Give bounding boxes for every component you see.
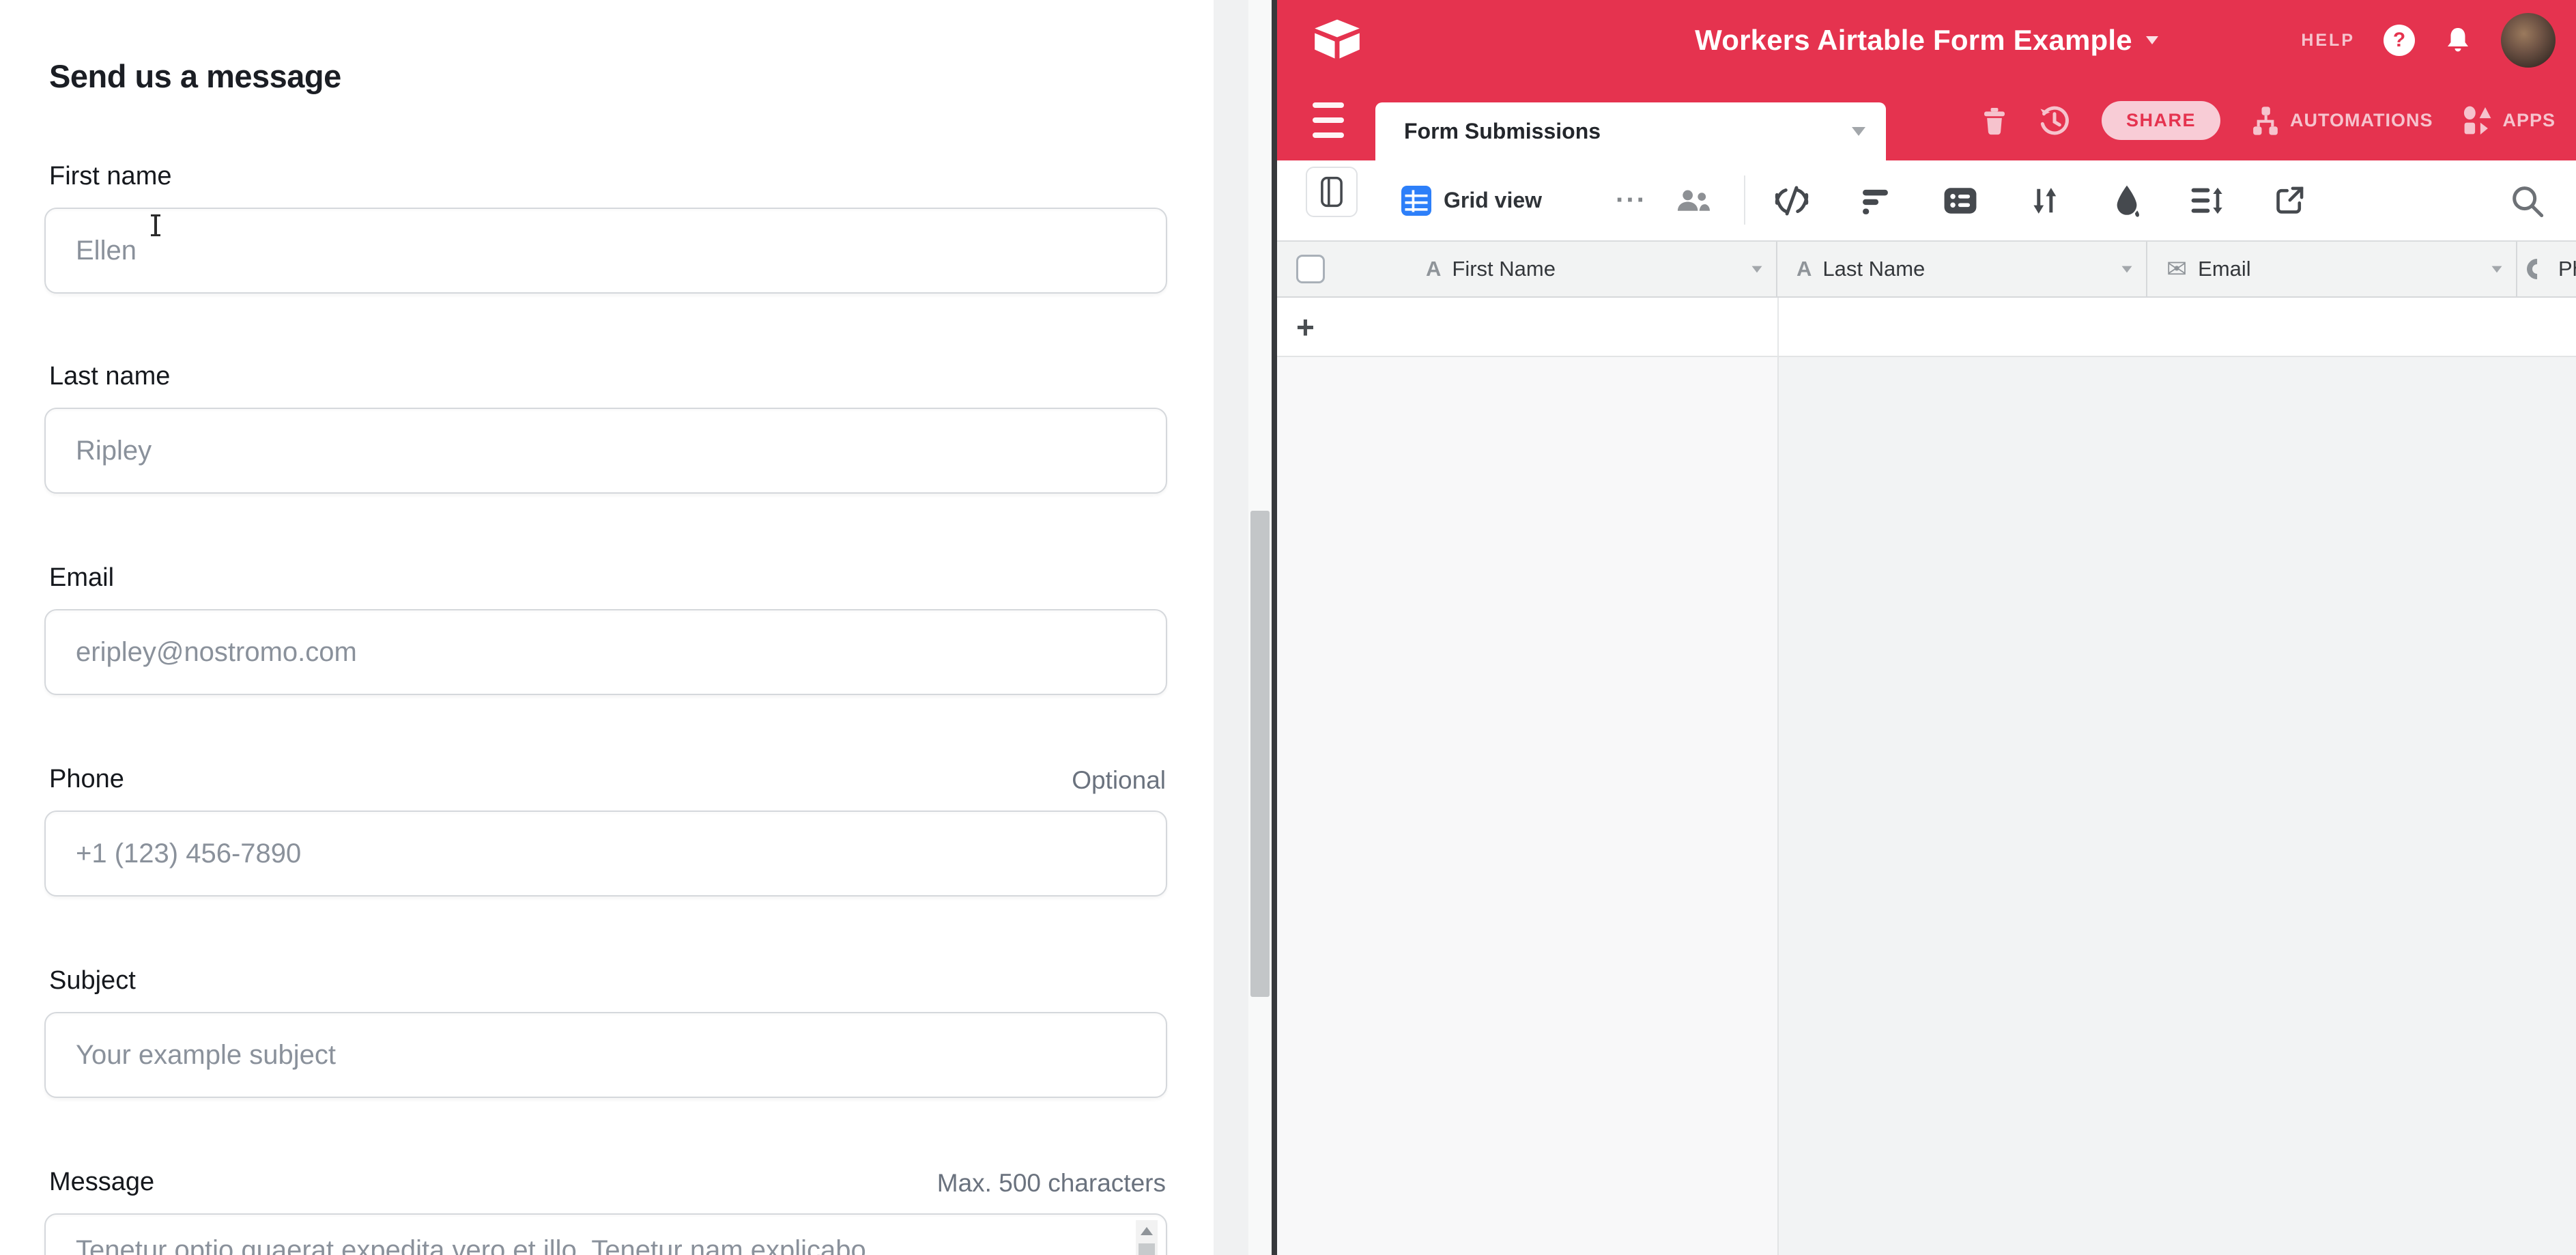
phone-field-icon [2523,255,2551,283]
color-paint-icon [2113,184,2141,217]
select-all-checkbox[interactable] [1296,255,1325,283]
column-name: First Name [1452,257,1556,281]
collaborators-icon[interactable] [1676,160,1710,240]
chevron-down-icon [2146,36,2158,44]
hide-fields-icon [1774,185,1809,216]
page-scroll-gutter [1214,0,1272,1255]
group-button[interactable] [1938,160,1982,240]
tabbar-actions: SHARE AUTOMATIONS [1981,81,2556,160]
filter-icon [1861,186,1892,215]
row-height-button[interactable] [2186,160,2229,240]
automations-icon [2250,106,2280,136]
phone-label: Phone [49,765,124,794]
table-name: Form Submissions [1404,119,1601,144]
screen: Send us a message First name Last name E… [0,0,2576,1255]
tables-menu-icon[interactable] [1313,102,1345,138]
chevron-down-icon[interactable] [1852,127,1865,136]
share-button[interactable]: SHARE [2102,101,2220,140]
search-icon [2510,184,2544,218]
phone-input[interactable] [44,810,1167,897]
column-header-email[interactable]: ✉ Email [2147,242,2517,296]
grid-view-icon [1401,186,1431,216]
sort-button[interactable] [2022,160,2066,240]
chevron-down-icon[interactable] [2122,266,2132,272]
topbar-actions: HELP ? [2301,0,2556,81]
first-name-input[interactable] [44,208,1167,294]
airtable-topbar: Workers Airtable Form Example HELP ? [1277,0,2576,81]
first-name-label: First name [49,162,171,191]
phone-optional-note: Optional [1072,766,1166,795]
hide-fields-button[interactable] [1770,160,1814,240]
apps-icon [2463,106,2493,136]
frozen-column-separator [1777,357,1779,1255]
tab-form-submissions[interactable]: Form Submissions [1375,102,1886,160]
text-field-icon: A [1797,257,1812,281]
help-question-icon[interactable]: ? [2384,25,2415,56]
message-label: Message [49,1168,154,1197]
last-name-input[interactable] [44,408,1167,494]
sort-icon [2029,185,2060,216]
message-max-chars-note: Max. 500 characters [937,1169,1166,1198]
sidebar-panel-icon [1320,176,1343,208]
grid-empty-scroll-area [1779,357,2576,1255]
scroll-up-arrow-icon[interactable] [1141,1227,1153,1235]
page-scrollbar-track[interactable] [1248,0,1272,1255]
help-button[interactable]: HELP [2301,31,2355,51]
share-view-icon [2274,185,2305,216]
view-options-ellipsis-icon[interactable]: ··· [1616,160,1647,240]
automations-label: AUTOMATIONS [2290,110,2433,131]
column-name: Phone [2558,257,2576,281]
email-label: Email [49,563,114,593]
window-divider [1272,0,1277,1255]
chevron-down-icon[interactable] [2492,266,2502,272]
view-name: Grid view [1444,188,1542,213]
column-header-last-name[interactable]: A Last Name [1777,242,2147,296]
share-view-button[interactable] [2267,160,2311,240]
color-button[interactable] [2105,160,2149,240]
column-name: Email [2198,257,2251,281]
message-textarea[interactable] [44,1213,1167,1255]
grid-header-row: A First Name A Last Name ✉ Email Phone [1277,240,2576,298]
notifications-bell-icon[interactable] [2444,25,2472,55]
history-icon[interactable] [2037,104,2072,138]
column-header-first-name[interactable]: A First Name [1407,242,1777,296]
page-scrollbar-thumb[interactable] [1250,511,1270,997]
group-icon [1943,186,1977,215]
add-record-row[interactable]: + [1277,298,2576,357]
textarea-scrollbar[interactable] [1136,1220,1158,1255]
subject-input[interactable] [44,1012,1167,1098]
airtable-pane: Workers Airtable Form Example HELP ? For… [1277,0,2576,1255]
row-height-icon [2190,186,2224,216]
add-record-plus-icon[interactable]: + [1296,298,1315,356]
grid-empty-frozen-area [1277,357,1777,1255]
views-sidebar-toggle-button[interactable] [1306,167,1358,217]
column-header-phone[interactable]: Phone [2517,242,2576,296]
text-cursor-icon [154,214,157,236]
apps-button[interactable]: APPS [2463,106,2556,136]
search-button[interactable] [2510,160,2544,240]
user-avatar[interactable] [2501,13,2556,68]
view-toolbar: Grid view ··· [1277,160,2576,240]
frozen-column-separator [1777,298,1779,356]
text-field-icon: A [1426,257,1441,281]
grid-empty-area [1277,357,2576,1255]
filter-button[interactable] [1855,160,1898,240]
contact-form-pane: Send us a message First name Last name E… [0,0,1216,1255]
view-switcher[interactable]: Grid view [1401,160,1542,240]
form-heading: Send us a message [49,57,341,95]
automations-button[interactable]: AUTOMATIONS [2250,106,2433,136]
apps-label: APPS [2502,110,2556,131]
column-name: Last Name [1822,257,1925,281]
subject-label: Subject [49,966,136,996]
email-input[interactable] [44,609,1167,695]
base-title: Workers Airtable Form Example [1695,24,2132,57]
trash-icon[interactable] [1981,106,2007,136]
email-field-icon: ✉ [2166,255,2187,283]
table-tabbar: Form Submissions SHARE [1277,81,2576,160]
toolbar-divider [1744,175,1745,225]
last-name-label: Last name [49,362,170,391]
textarea-scrollbar-thumb[interactable] [1139,1243,1155,1255]
chevron-down-icon[interactable] [1752,266,1762,272]
